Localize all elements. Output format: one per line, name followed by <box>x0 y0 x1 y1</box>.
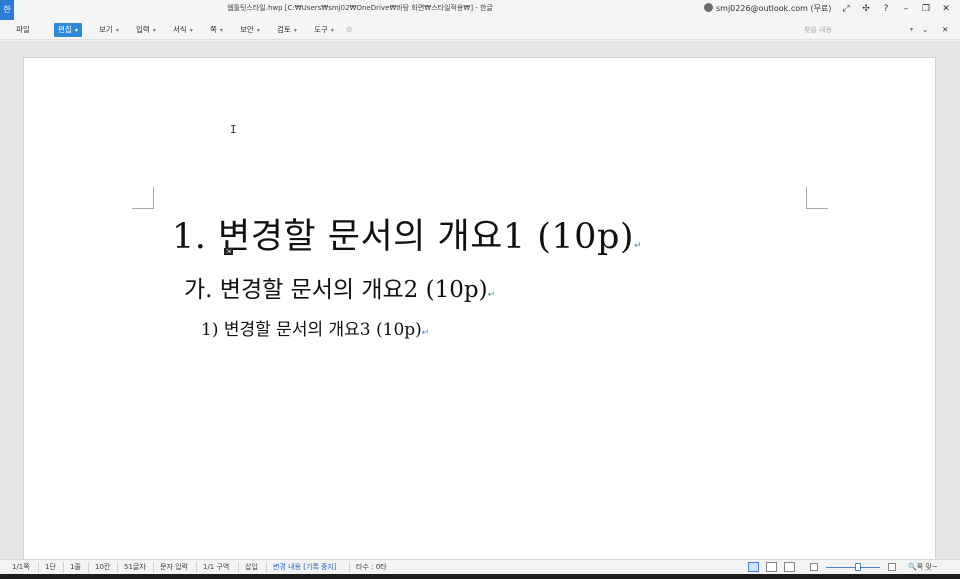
chevron-down-icon: ▾ <box>293 27 297 34</box>
window-controls: ⤢ ✣ ? – ❐ ✕ <box>836 2 956 16</box>
divider <box>153 562 154 573</box>
menu-view-label: 보기 <box>99 25 113 34</box>
heading-3-text: 1) 변경할 문서의 개요3 (10p) <box>201 320 422 340</box>
divider <box>349 562 350 573</box>
zoom-in-button[interactable] <box>888 563 896 571</box>
zoom-slider-track[interactable] <box>826 567 880 568</box>
status-page[interactable]: 1/1쪽 <box>12 562 30 573</box>
menu-tools[interactable]: 도구 ▾ <box>314 23 334 37</box>
status-bar: 1/1쪽 1단 1줄 10칸 51글자 문자 입력 1/1 구역 삽입 변경 내… <box>0 559 960 574</box>
chevron-down-icon: ▾ <box>152 27 156 34</box>
chevron-down-icon: ▾ <box>189 27 193 34</box>
zoom-out-button[interactable] <box>810 563 818 571</box>
close-button[interactable]: ✕ <box>936 2 956 16</box>
status-input-mode[interactable]: 문자 입력 <box>160 562 188 573</box>
status-typing-speed: 타수 : 0타 <box>356 563 387 571</box>
account-info[interactable]: smj0226@outlook.com (무료) <box>704 3 831 14</box>
menu-page-label: 쪽 <box>210 25 217 34</box>
find-placeholder: 찾을 내용 <box>804 26 832 34</box>
heading-level-2[interactable]: 가. 변경할 문서의 개요2 (10p)↵ <box>184 270 495 304</box>
os-taskbar <box>0 574 960 579</box>
menu-edit-label: 편집 <box>58 25 72 34</box>
fullscreen-icon[interactable]: ⤢ <box>836 2 856 16</box>
user-avatar-icon <box>704 3 713 12</box>
menu-review[interactable]: 검토 ▾ <box>277 23 297 37</box>
margin-corner-top-left <box>132 187 154 209</box>
menu-insert[interactable]: 입력 ▾ <box>136 23 156 37</box>
view-normal-button[interactable] <box>748 562 759 572</box>
paragraph-mark-icon: ↵ <box>421 328 430 338</box>
settings-icon[interactable]: ⚙ <box>346 23 353 37</box>
menu-review-label: 검토 <box>277 25 291 34</box>
menu-security[interactable]: 보안 ▾ <box>240 23 260 37</box>
title-bar: 한 웹툴팃스타일.hwp [C:₩Users₩smj02₩OneDrive₩바탕… <box>0 0 960 20</box>
status-column: 1단 <box>45 563 56 571</box>
view-fullscreen-button[interactable] <box>784 562 795 572</box>
status-char-count: 51글자 <box>124 563 146 571</box>
paragraph-mark-icon: ↵ <box>487 290 496 300</box>
view-layout-button[interactable] <box>766 562 777 572</box>
find-input[interactable]: 찾을 내용 ▾ <box>800 24 915 36</box>
chevron-down-icon: ▾ <box>256 27 260 34</box>
object-anchor-icon[interactable]: ⇲ <box>224 248 233 255</box>
divider <box>63 562 64 573</box>
help-icon[interactable]: ? <box>876 2 896 16</box>
menu-format[interactable]: 서식 ▾ <box>173 23 193 37</box>
menu-format-label: 서식 <box>173 25 187 34</box>
collapse-ribbon-icon[interactable]: ⌄ <box>922 23 928 37</box>
divider <box>117 562 118 573</box>
chevron-down-icon: ▾ <box>74 27 78 34</box>
move-icon[interactable]: ✣ <box>856 2 876 16</box>
menu-file[interactable]: 파일 <box>16 23 30 37</box>
close-doc-icon[interactable]: ✕ <box>942 23 948 37</box>
paragraph-mark-icon: ↵ <box>634 241 643 251</box>
ibeam-cursor-icon: I <box>230 123 237 136</box>
menu-tools-label: 도구 <box>314 25 328 34</box>
status-section: 1/1 구역 <box>203 563 230 571</box>
zoom-fit-page[interactable]: 🔍쪽 맞~ <box>908 562 938 573</box>
divider <box>38 562 39 573</box>
divider <box>266 562 267 573</box>
divider <box>88 562 89 573</box>
margin-corner-top-right <box>806 187 828 209</box>
status-col-pos: 10칸 <box>95 563 111 571</box>
menu-insert-label: 입력 <box>136 25 150 34</box>
heading-1-text: 1. 변경할 문서의 개요1 (10p) <box>172 217 635 257</box>
minimize-button[interactable]: – <box>896 2 916 16</box>
dropdown-icon[interactable]: ▾ <box>910 24 913 36</box>
heading-level-1[interactable]: 1. 변경할 문서의 개요1 (10p)↵ <box>172 208 642 259</box>
restore-button[interactable]: ❐ <box>916 2 936 16</box>
chevron-down-icon: ▾ <box>330 27 334 34</box>
status-track-changes[interactable]: 변경 내용 [기록 중지] <box>273 562 337 573</box>
chevron-down-icon: ▾ <box>219 27 223 34</box>
document-page[interactable]: I 1. 변경할 문서의 개요1 (10p)↵ ⇲ 가. 변경할 문서의 개요2… <box>23 57 936 567</box>
menu-page[interactable]: 쪽 ▾ <box>210 23 223 37</box>
heading-level-3[interactable]: 1) 변경할 문서의 개요3 (10p)↵ <box>201 315 429 340</box>
window-title: 웹툴팃스타일.hwp [C:₩Users₩smj02₩OneDrive₩바탕 화… <box>227 4 493 12</box>
menu-bar: 파일 편집 ▾ 보기 ▾ 입력 ▾ 서식 ▾ 쪽 ▾ 보안 ▾ 검토 ▾ 도구 ▾ ⚙ 찾을 내… <box>0 20 960 40</box>
status-line: 1줄 <box>70 563 81 571</box>
menu-view[interactable]: 보기 ▾ <box>99 23 119 37</box>
divider <box>196 562 197 573</box>
menu-edit[interactable]: 편집 ▾ <box>54 23 82 37</box>
status-insert-mode[interactable]: 삽입 <box>245 562 258 573</box>
chevron-down-icon: ▾ <box>115 27 119 34</box>
divider <box>238 562 239 573</box>
menu-security-label: 보안 <box>240 25 254 34</box>
heading-2-text: 가. 변경할 문서의 개요2 (10p) <box>184 277 488 303</box>
zoom-slider-thumb[interactable] <box>855 563 861 571</box>
account-email: smj0226@outlook.com (무료) <box>716 4 832 13</box>
document-workspace: I 1. 변경할 문서의 개요1 (10p)↵ ⇲ 가. 변경할 문서의 개요2… <box>0 41 960 567</box>
